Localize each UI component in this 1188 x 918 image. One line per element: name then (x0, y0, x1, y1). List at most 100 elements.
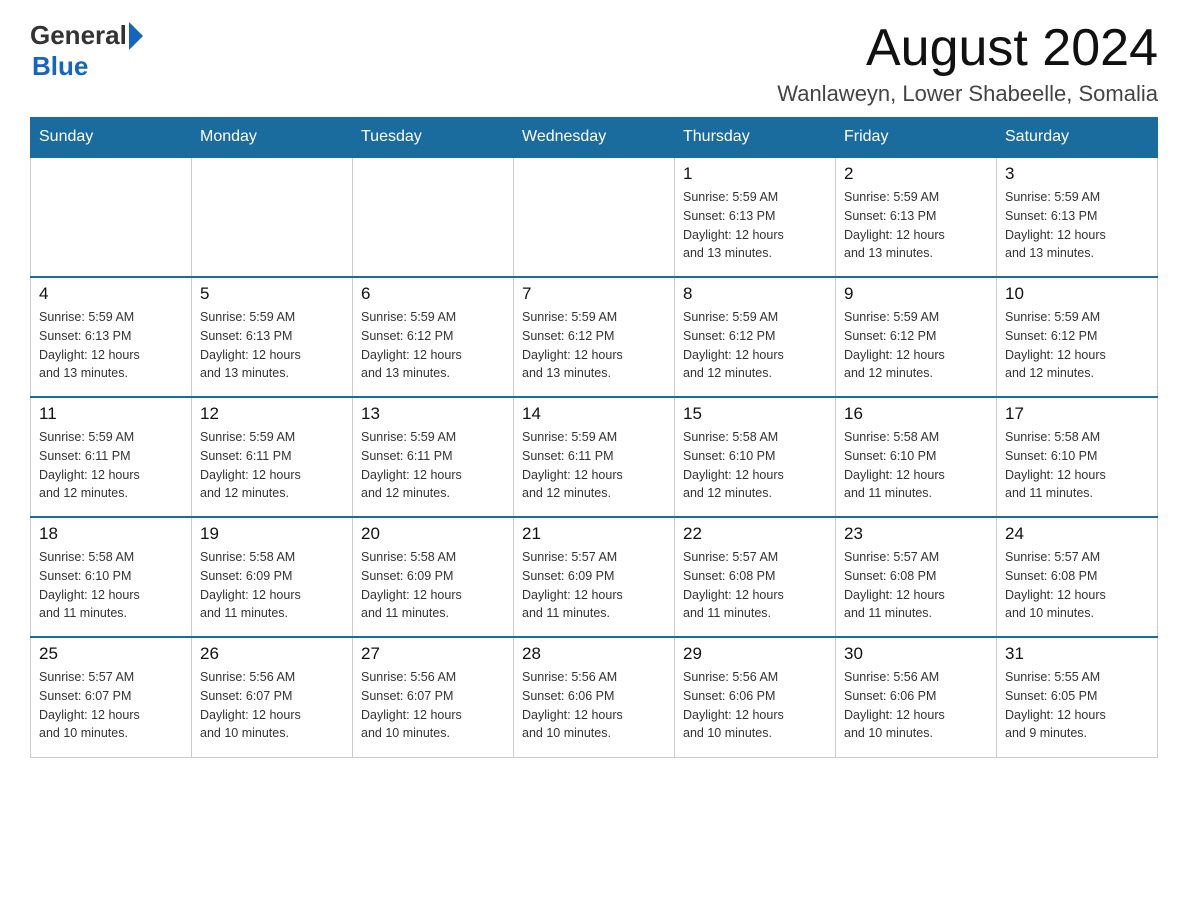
calendar-cell: 18 Sunrise: 5:58 AM Sunset: 6:10 PM Dayli… (31, 517, 192, 637)
day-number: 3 (1005, 164, 1149, 184)
calendar-cell: 24 Sunrise: 5:57 AM Sunset: 6:08 PM Dayli… (997, 517, 1158, 637)
calendar-cell (514, 157, 675, 277)
calendar-cell: 19 Sunrise: 5:58 AM Sunset: 6:09 PM Dayli… (192, 517, 353, 637)
day-number: 14 (522, 404, 666, 424)
day-info: Sunrise: 5:59 AM Sunset: 6:12 PM Dayligh… (1005, 308, 1149, 383)
calendar-cell: 20 Sunrise: 5:58 AM Sunset: 6:09 PM Dayli… (353, 517, 514, 637)
day-info: Sunrise: 5:59 AM Sunset: 6:13 PM Dayligh… (200, 308, 344, 383)
day-info: Sunrise: 5:59 AM Sunset: 6:12 PM Dayligh… (683, 308, 827, 383)
day-number: 6 (361, 284, 505, 304)
day-info: Sunrise: 5:58 AM Sunset: 6:10 PM Dayligh… (1005, 428, 1149, 503)
weekday-header-tuesday: Tuesday (353, 118, 514, 158)
day-number: 17 (1005, 404, 1149, 424)
day-number: 5 (200, 284, 344, 304)
day-info: Sunrise: 5:58 AM Sunset: 6:09 PM Dayligh… (361, 548, 505, 623)
day-number: 26 (200, 644, 344, 664)
day-info: Sunrise: 5:59 AM Sunset: 6:11 PM Dayligh… (39, 428, 183, 503)
day-number: 19 (200, 524, 344, 544)
day-number: 11 (39, 404, 183, 424)
weekday-header-thursday: Thursday (675, 118, 836, 158)
day-info: Sunrise: 5:55 AM Sunset: 6:05 PM Dayligh… (1005, 668, 1149, 743)
day-number: 8 (683, 284, 827, 304)
day-info: Sunrise: 5:59 AM Sunset: 6:11 PM Dayligh… (522, 428, 666, 503)
calendar-cell: 17 Sunrise: 5:58 AM Sunset: 6:10 PM Dayli… (997, 397, 1158, 517)
weekday-header-saturday: Saturday (997, 118, 1158, 158)
calendar-cell: 11 Sunrise: 5:59 AM Sunset: 6:11 PM Dayli… (31, 397, 192, 517)
calendar-cell (353, 157, 514, 277)
day-info: Sunrise: 5:58 AM Sunset: 6:10 PM Dayligh… (683, 428, 827, 503)
calendar-header-row: SundayMondayTuesdayWednesdayThursdayFrid… (31, 118, 1158, 158)
calendar-week-row: 4 Sunrise: 5:59 AM Sunset: 6:13 PM Daylig… (31, 277, 1158, 397)
day-number: 4 (39, 284, 183, 304)
calendar-cell: 22 Sunrise: 5:57 AM Sunset: 6:08 PM Dayli… (675, 517, 836, 637)
day-number: 22 (683, 524, 827, 544)
calendar-cell: 25 Sunrise: 5:57 AM Sunset: 6:07 PM Dayli… (31, 637, 192, 757)
day-number: 28 (522, 644, 666, 664)
day-number: 15 (683, 404, 827, 424)
day-info: Sunrise: 5:56 AM Sunset: 6:06 PM Dayligh… (522, 668, 666, 743)
calendar-cell (192, 157, 353, 277)
day-info: Sunrise: 5:59 AM Sunset: 6:11 PM Dayligh… (361, 428, 505, 503)
day-number: 30 (844, 644, 988, 664)
day-number: 9 (844, 284, 988, 304)
weekday-header-sunday: Sunday (31, 118, 192, 158)
day-number: 29 (683, 644, 827, 664)
day-info: Sunrise: 5:56 AM Sunset: 6:06 PM Dayligh… (844, 668, 988, 743)
day-number: 27 (361, 644, 505, 664)
day-number: 7 (522, 284, 666, 304)
day-info: Sunrise: 5:59 AM Sunset: 6:12 PM Dayligh… (361, 308, 505, 383)
day-info: Sunrise: 5:57 AM Sunset: 6:07 PM Dayligh… (39, 668, 183, 743)
day-number: 20 (361, 524, 505, 544)
calendar-table: SundayMondayTuesdayWednesdayThursdayFrid… (30, 117, 1158, 758)
day-info: Sunrise: 5:59 AM Sunset: 6:13 PM Dayligh… (683, 188, 827, 263)
day-info: Sunrise: 5:58 AM Sunset: 6:10 PM Dayligh… (844, 428, 988, 503)
day-number: 31 (1005, 644, 1149, 664)
day-number: 21 (522, 524, 666, 544)
calendar-cell: 5 Sunrise: 5:59 AM Sunset: 6:13 PM Daylig… (192, 277, 353, 397)
calendar-cell: 13Sunrise: 5:59 AM Sunset: 6:11 PM Dayli… (353, 397, 514, 517)
calendar-cell: 7 Sunrise: 5:59 AM Sunset: 6:12 PM Daylig… (514, 277, 675, 397)
calendar-cell: 21 Sunrise: 5:57 AM Sunset: 6:09 PM Dayli… (514, 517, 675, 637)
month-title: August 2024 (777, 20, 1158, 77)
day-info: Sunrise: 5:57 AM Sunset: 6:09 PM Dayligh… (522, 548, 666, 623)
weekday-header-wednesday: Wednesday (514, 118, 675, 158)
calendar-cell: 9Sunrise: 5:59 AM Sunset: 6:12 PM Daylig… (836, 277, 997, 397)
day-number: 25 (39, 644, 183, 664)
day-info: Sunrise: 5:57 AM Sunset: 6:08 PM Dayligh… (1005, 548, 1149, 623)
day-info: Sunrise: 5:57 AM Sunset: 6:08 PM Dayligh… (683, 548, 827, 623)
day-number: 1 (683, 164, 827, 184)
day-number: 2 (844, 164, 988, 184)
day-info: Sunrise: 5:58 AM Sunset: 6:09 PM Dayligh… (200, 548, 344, 623)
day-info: Sunrise: 5:59 AM Sunset: 6:13 PM Dayligh… (39, 308, 183, 383)
calendar-cell: 15 Sunrise: 5:58 AM Sunset: 6:10 PM Dayli… (675, 397, 836, 517)
calendar-week-row: 11 Sunrise: 5:59 AM Sunset: 6:11 PM Dayli… (31, 397, 1158, 517)
logo-blue-text: Blue (32, 51, 88, 82)
logo: General Blue (30, 20, 143, 82)
day-number: 23 (844, 524, 988, 544)
calendar-week-row: 18 Sunrise: 5:58 AM Sunset: 6:10 PM Dayli… (31, 517, 1158, 637)
calendar-cell: 1 Sunrise: 5:59 AM Sunset: 6:13 PM Daylig… (675, 157, 836, 277)
day-number: 24 (1005, 524, 1149, 544)
calendar-cell: 16 Sunrise: 5:58 AM Sunset: 6:10 PM Dayli… (836, 397, 997, 517)
day-info: Sunrise: 5:59 AM Sunset: 6:12 PM Dayligh… (522, 308, 666, 383)
calendar-week-row: 1 Sunrise: 5:59 AM Sunset: 6:13 PM Daylig… (31, 157, 1158, 277)
day-number: 16 (844, 404, 988, 424)
calendar-cell: 31 Sunrise: 5:55 AM Sunset: 6:05 PM Dayli… (997, 637, 1158, 757)
day-info: Sunrise: 5:59 AM Sunset: 6:13 PM Dayligh… (1005, 188, 1149, 263)
day-number: 18 (39, 524, 183, 544)
logo-triangle-icon (129, 22, 143, 50)
location-title: Wanlaweyn, Lower Shabeelle, Somalia (777, 81, 1158, 107)
day-info: Sunrise: 5:58 AM Sunset: 6:10 PM Dayligh… (39, 548, 183, 623)
calendar-cell: 14 Sunrise: 5:59 AM Sunset: 6:11 PM Dayli… (514, 397, 675, 517)
calendar-cell: 30 Sunrise: 5:56 AM Sunset: 6:06 PM Dayli… (836, 637, 997, 757)
day-info: Sunrise: 5:57 AM Sunset: 6:08 PM Dayligh… (844, 548, 988, 623)
calendar-cell: 2Sunrise: 5:59 AM Sunset: 6:13 PM Daylig… (836, 157, 997, 277)
day-info: Sunrise: 5:56 AM Sunset: 6:07 PM Dayligh… (200, 668, 344, 743)
calendar-cell: 26 Sunrise: 5:56 AM Sunset: 6:07 PM Dayli… (192, 637, 353, 757)
calendar-cell: 29 Sunrise: 5:56 AM Sunset: 6:06 PM Dayli… (675, 637, 836, 757)
day-info: Sunrise: 5:56 AM Sunset: 6:06 PM Dayligh… (683, 668, 827, 743)
page-header: General Blue August 2024 Wanlaweyn, Lowe… (30, 20, 1158, 107)
calendar-cell: 8 Sunrise: 5:59 AM Sunset: 6:12 PM Daylig… (675, 277, 836, 397)
calendar-cell: 23 Sunrise: 5:57 AM Sunset: 6:08 PM Dayli… (836, 517, 997, 637)
calendar-cell: 3 Sunrise: 5:59 AM Sunset: 6:13 PM Daylig… (997, 157, 1158, 277)
